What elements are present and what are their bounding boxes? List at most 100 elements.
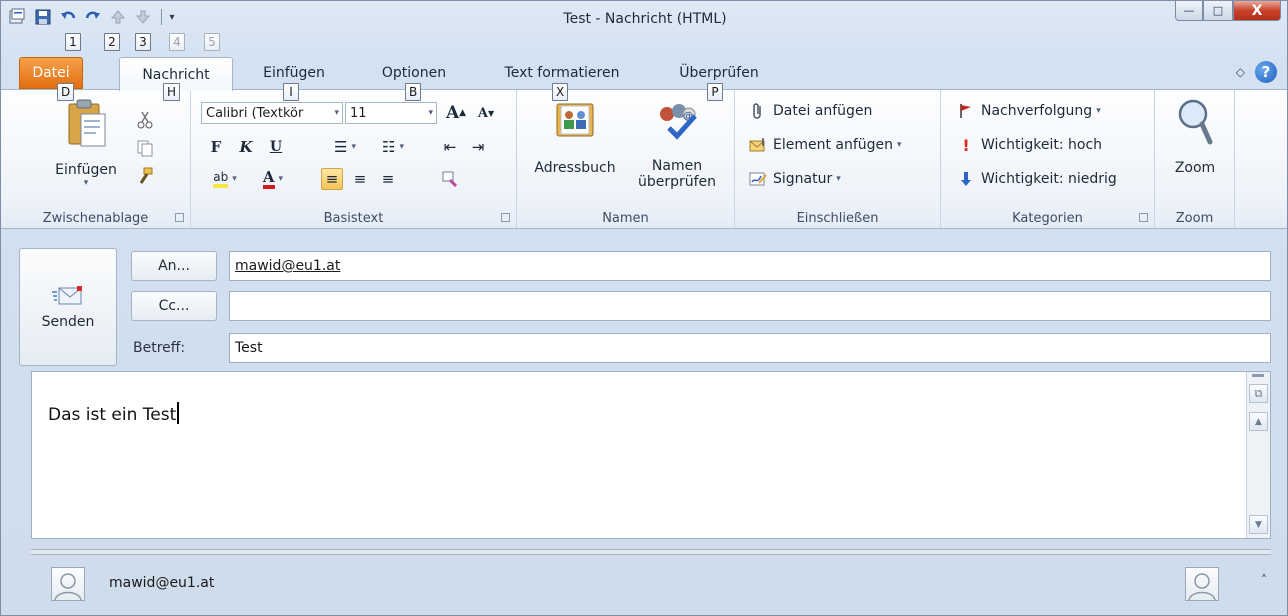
group-label-zoom: Zoom xyxy=(1175,211,1214,226)
send-button[interactable]: Senden xyxy=(19,248,117,366)
signature-button[interactable]: Signatur ▾ xyxy=(749,170,841,188)
attach-item-button[interactable]: Element anfügen ▾ xyxy=(749,136,902,154)
paperclip-icon xyxy=(749,102,767,120)
font-size-combo[interactable]: 11 ▾ xyxy=(345,102,437,124)
scroll-up-icon[interactable]: ▲ xyxy=(1249,412,1268,431)
keytip-file: D xyxy=(57,83,75,101)
group-clipboard: Einfügen ▾ Zwischenablage xyxy=(1,90,191,228)
text-cursor xyxy=(177,402,180,424)
basic-text-launcher-icon[interactable] xyxy=(501,213,510,222)
subject-field[interactable]: Test xyxy=(229,333,1271,363)
vertical-scrollbar[interactable]: ⧉ ▲ ▼ xyxy=(1246,372,1270,538)
signature-label: Signatur xyxy=(773,171,833,187)
italic-button[interactable]: K xyxy=(235,136,257,158)
group-include: Datei anfügen Element anfügen ▾ Signatur… xyxy=(735,90,941,228)
font-size-value: 11 xyxy=(350,105,367,121)
grow-font-label: A xyxy=(445,103,460,123)
check-names-label-1: Namen xyxy=(651,158,703,174)
avatar-right[interactable] xyxy=(1185,567,1219,601)
paste-dropdown-icon: ▾ xyxy=(83,178,89,188)
underline-button[interactable]: U xyxy=(265,136,287,158)
font-name-value: Calibri (Textkör xyxy=(206,105,304,121)
keytip-options: B xyxy=(405,83,422,101)
tags-launcher-icon[interactable] xyxy=(1139,213,1148,222)
align-center-icon: ≡ xyxy=(353,170,367,188)
paste-label: Einfügen xyxy=(55,162,117,178)
bold-button[interactable]: F xyxy=(205,136,227,158)
paste-icon xyxy=(68,99,106,147)
to-recipient[interactable]: mawid@eu1.at xyxy=(235,258,340,274)
keytip-review: P xyxy=(707,83,723,101)
cc-button[interactable]: Cc... xyxy=(131,291,217,321)
group-label-basic-text: Basistext xyxy=(323,211,384,226)
cc-field[interactable] xyxy=(229,291,1271,321)
address-book-label: Adressbuch xyxy=(534,160,616,176)
check-names-button[interactable]: @ Namen überprüfen xyxy=(625,98,729,202)
close-button[interactable]: X xyxy=(1233,1,1281,21)
maximize-button[interactable]: □ xyxy=(1203,1,1233,21)
people-pane-splitter[interactable] xyxy=(31,549,1271,555)
group-basic-text: Calibri (Textkör ▾ 11 ▾ A ▲ A ▼ F K U ☰ ▾ ☷… xyxy=(191,90,517,228)
minimize-button[interactable]: — xyxy=(1175,1,1203,21)
group-label-include: Einschließen xyxy=(796,211,879,226)
to-button[interactable]: An... xyxy=(131,251,217,281)
highlighter-icon: ab xyxy=(213,170,229,188)
attach-file-button[interactable]: Datei anfügen xyxy=(749,102,872,120)
magnifier-icon xyxy=(1178,99,1213,145)
importance-low-label: Wichtigkeit: niedrig xyxy=(981,171,1117,187)
grow-font-button[interactable]: A ▲ xyxy=(445,102,467,124)
zoom-button[interactable]: Zoom xyxy=(1163,98,1227,198)
copy-icon[interactable] xyxy=(135,138,157,160)
clipboard-launcher-icon[interactable] xyxy=(175,213,184,222)
minimize-ribbon-icon[interactable]: ◇ xyxy=(1236,65,1245,79)
bullets-button[interactable]: ☰ ▾ xyxy=(325,136,365,158)
envelope-clip-icon xyxy=(749,136,767,154)
chevron-down-icon: ▾ xyxy=(897,140,902,150)
minimize-icon: — xyxy=(1183,4,1195,17)
align-left-button[interactable]: ≡ xyxy=(321,168,343,190)
highlight-button[interactable]: ab ▾ xyxy=(205,168,245,190)
expand-people-pane-icon[interactable]: ˄ xyxy=(1261,573,1267,587)
font-name-combo[interactable]: Calibri (Textkör ▾ xyxy=(201,102,343,124)
split-handle-icon[interactable] xyxy=(1252,374,1264,377)
keytip-message: H xyxy=(163,83,181,101)
person-icon xyxy=(1188,573,1216,600)
message-body[interactable]: Das ist ein Test ⧉ ▲ ▼ xyxy=(31,371,1271,539)
format-painter-icon[interactable] xyxy=(135,166,157,188)
align-right-button[interactable]: ≡ xyxy=(377,168,399,190)
followup-label: Nachverfolgung xyxy=(981,103,1093,119)
group-label-names: Namen xyxy=(602,211,649,226)
close-icon: X xyxy=(1251,2,1263,19)
ruler-icon[interactable]: ⧉ xyxy=(1249,384,1268,403)
chevron-down-icon: ▾ xyxy=(334,108,339,118)
numbering-button[interactable]: ☷ ▾ xyxy=(373,136,413,158)
cut-icon[interactable] xyxy=(135,110,157,132)
avatar[interactable] xyxy=(51,567,85,601)
keytip-format: X xyxy=(552,83,569,101)
clear-formatting-icon[interactable] xyxy=(439,168,461,190)
to-field[interactable]: mawid@eu1.at xyxy=(229,251,1271,281)
group-zoom: Zoom Zoom xyxy=(1155,90,1235,228)
increase-indent-icon[interactable]: ⇥ xyxy=(467,136,489,158)
decrease-indent-icon[interactable]: ⇤ xyxy=(439,136,461,158)
maximize-icon: □ xyxy=(1212,4,1224,17)
address-book-icon xyxy=(556,103,594,137)
help-icon[interactable]: ? xyxy=(1255,61,1277,83)
people-pane-name[interactable]: mawid@eu1.at xyxy=(109,575,214,591)
shrink-font-button[interactable]: A ▼ xyxy=(475,102,497,124)
align-left-icon: ≡ xyxy=(325,170,339,188)
scroll-down-icon[interactable]: ▼ xyxy=(1249,515,1268,534)
zoom-label: Zoom xyxy=(1174,160,1216,176)
outlook-message-window: ▾ 1 2 3 4 5 Test - Nachricht (HTML) — □ … xyxy=(0,0,1288,616)
font-color-button[interactable]: A ▾ xyxy=(253,168,293,190)
address-book-button[interactable]: Adressbuch xyxy=(527,98,623,198)
attach-item-label: Element anfügen xyxy=(773,137,894,153)
align-center-button[interactable]: ≡ xyxy=(349,168,371,190)
send-envelope-icon xyxy=(52,286,82,305)
importance-low-button[interactable]: Wichtigkeit: niedrig xyxy=(957,170,1117,188)
paste-button[interactable]: Einfügen ▾ xyxy=(45,96,127,196)
importance-high-button[interactable]: ! Wichtigkeit: hoch xyxy=(957,136,1102,155)
followup-button[interactable]: Nachverfolgung ▾ xyxy=(957,102,1101,120)
keytip-4: 4 xyxy=(169,33,185,51)
check-names-icon: @ xyxy=(660,104,697,140)
